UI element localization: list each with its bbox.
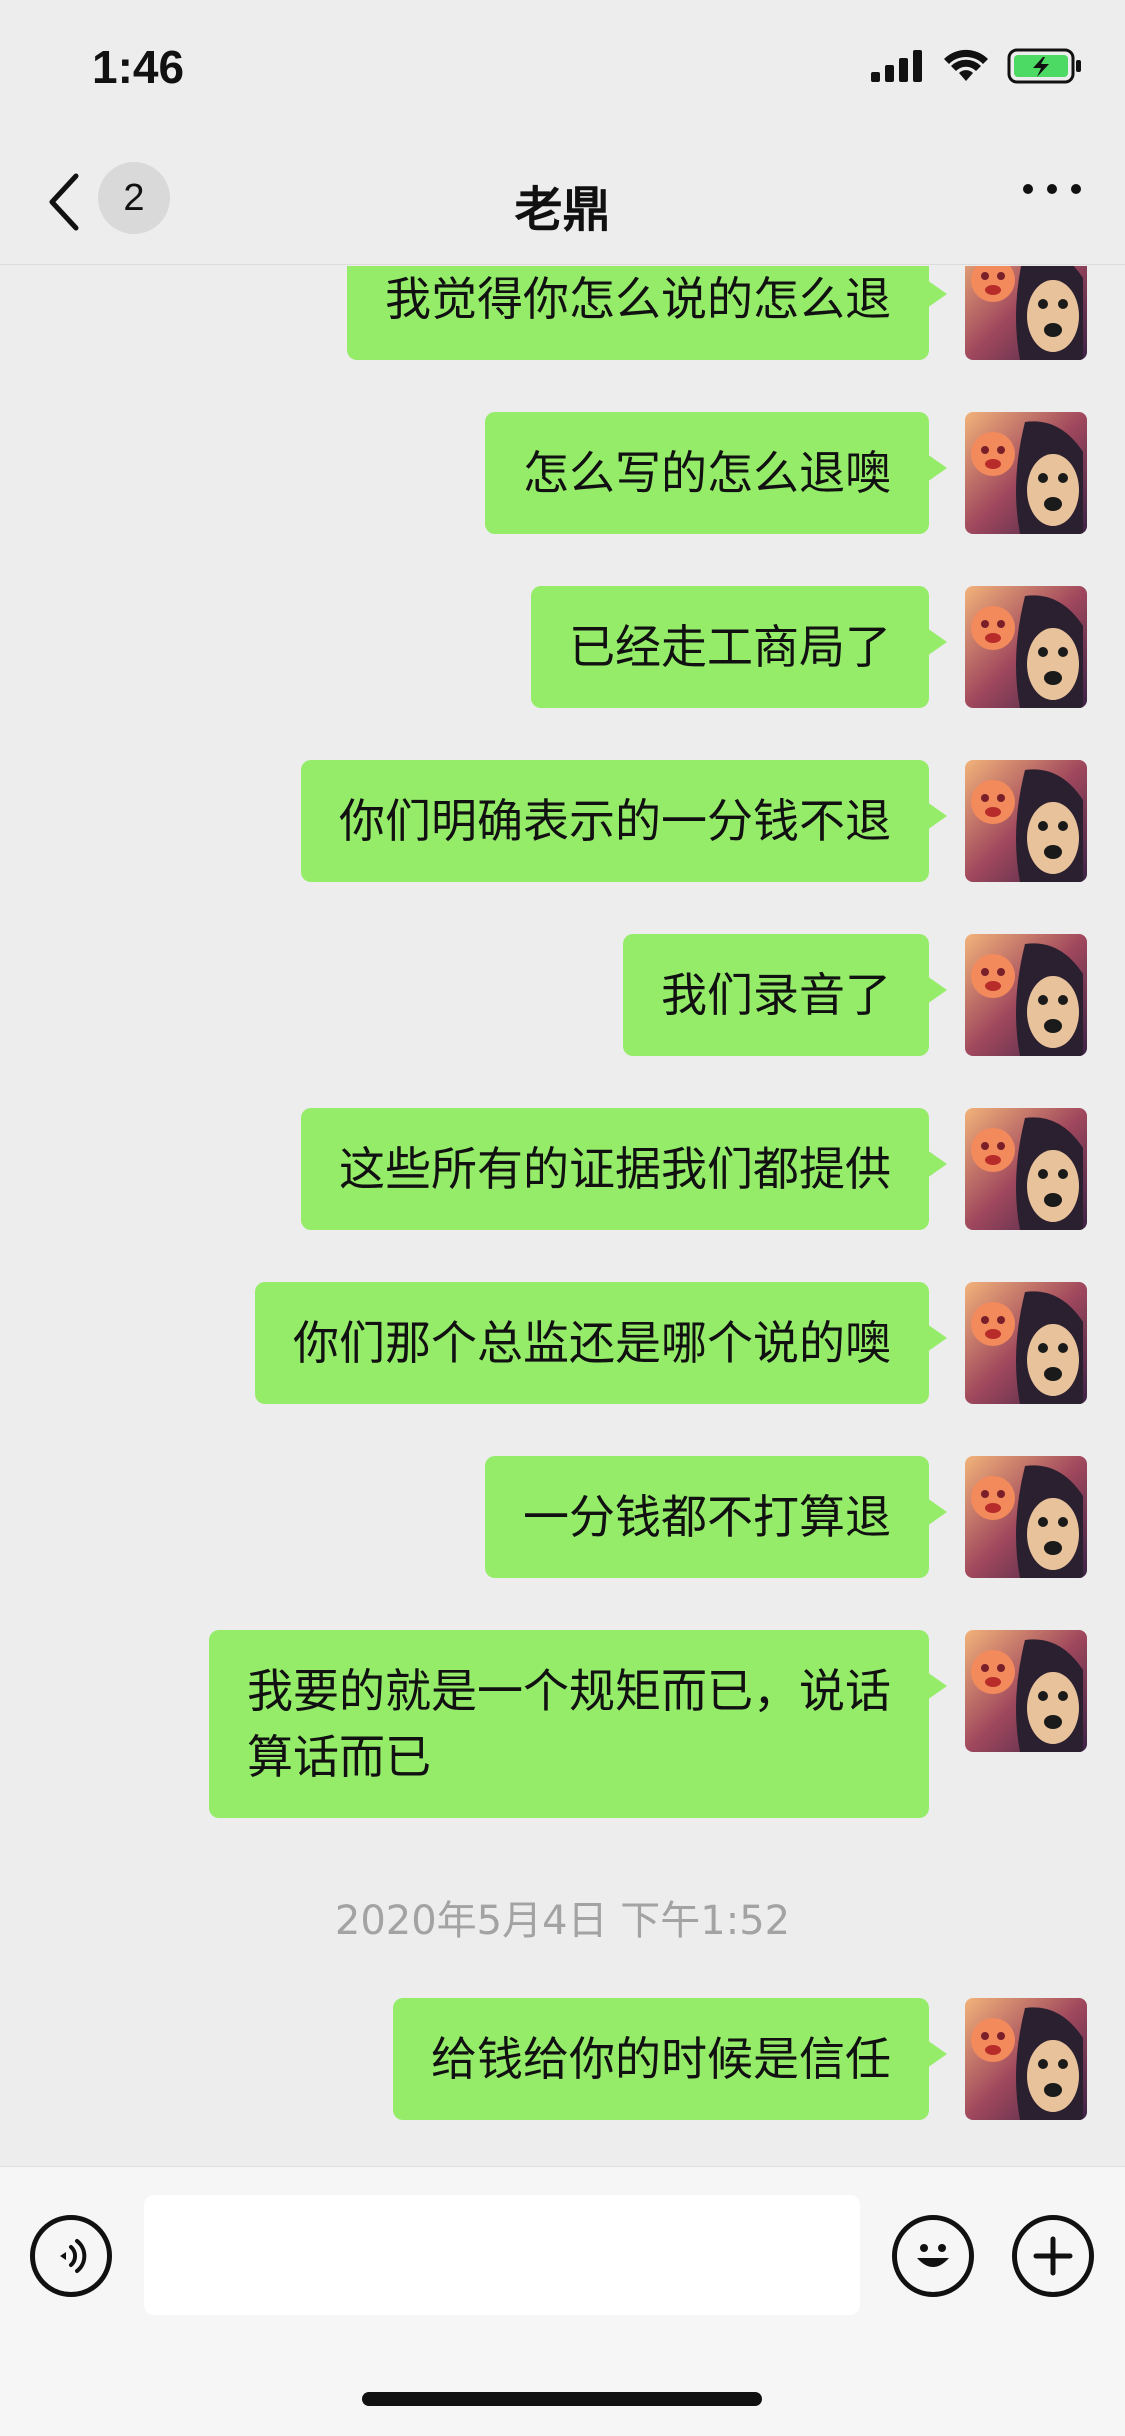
message-bubble[interactable]: 一分钱都不打算退 bbox=[485, 1456, 947, 1578]
message-bubble[interactable]: 已经走工商局了 bbox=[531, 586, 947, 708]
voice-icon[interactable] bbox=[30, 2215, 112, 2297]
signal-icon bbox=[871, 50, 922, 82]
timestamp: 2020年5月4日 下午1:52 bbox=[334, 1898, 791, 1944]
message-row: 我觉得你怎么说的怎么退 bbox=[347, 266, 1087, 360]
message-row: 这些所有的证据我们都提供 bbox=[301, 1108, 1087, 1230]
message-bubble[interactable]: 你们明确表示的一分钱不退 bbox=[301, 760, 947, 882]
chat-message-list[interactable]: 我觉得你怎么说的怎么退 怎么写的怎么退噢 已经走工商局了 你们明确表示的一分钱不… bbox=[0, 266, 1125, 2166]
status-time: 1:46 bbox=[92, 41, 185, 93]
nav-bar: 2 老鼎 bbox=[0, 140, 1125, 265]
message-bubble[interactable]: 怎么写的怎么退噢 bbox=[485, 412, 947, 534]
message-row: 一分钱都不打算退 bbox=[485, 1456, 1087, 1578]
avatar[interactable] bbox=[965, 266, 1087, 360]
message-bubble[interactable]: 给钱给你的时候是信任 bbox=[393, 1998, 947, 2120]
battery-icon bbox=[1007, 48, 1081, 84]
status-bar: 1:46 bbox=[0, 0, 1125, 140]
message-row: 怎么写的怎么退噢 bbox=[485, 412, 1087, 534]
avatar[interactable] bbox=[965, 1108, 1087, 1230]
message-bubble[interactable]: 我们录音了 bbox=[623, 934, 947, 1056]
avatar[interactable] bbox=[965, 934, 1087, 1056]
avatar[interactable] bbox=[965, 1456, 1087, 1578]
message-bubble[interactable]: 我觉得你怎么说的怎么退 bbox=[347, 266, 947, 360]
message-row: 我要的就是一个规矩而已，说话算话而已 bbox=[209, 1630, 1087, 1818]
status-icons bbox=[871, 48, 1083, 84]
message-row: 给钱给你的时候是信任 bbox=[393, 1998, 1087, 2120]
message-row: 你们明确表示的一分钱不退 bbox=[301, 760, 1087, 882]
message-bubble[interactable]: 这些所有的证据我们都提供 bbox=[301, 1108, 947, 1230]
message-row: 我们录音了 bbox=[623, 934, 1087, 1056]
emoji-icon[interactable] bbox=[892, 2215, 974, 2297]
avatar[interactable] bbox=[965, 1282, 1087, 1404]
wifi-icon bbox=[944, 49, 988, 81]
avatar[interactable] bbox=[965, 1630, 1087, 1752]
plus-icon[interactable] bbox=[1012, 2215, 1094, 2297]
avatar[interactable] bbox=[965, 412, 1087, 534]
more-dots-icon[interactable] bbox=[1023, 184, 1081, 194]
avatar[interactable] bbox=[965, 586, 1087, 708]
message-bubble[interactable]: 你们那个总监还是哪个说的噢 bbox=[255, 1282, 947, 1404]
avatar[interactable] bbox=[965, 1998, 1087, 2120]
home-indicator[interactable] bbox=[362, 2392, 762, 2406]
message-row: 已经走工商局了 bbox=[531, 586, 1087, 708]
message-row: 你们那个总监还是哪个说的噢 bbox=[255, 1282, 1087, 1404]
message-input[interactable] bbox=[144, 2195, 860, 2315]
avatar[interactable] bbox=[965, 760, 1087, 882]
message-bubble[interactable]: 我要的就是一个规矩而已，说话算话而已 bbox=[209, 1630, 947, 1818]
chat-title: 老鼎 bbox=[514, 182, 611, 238]
